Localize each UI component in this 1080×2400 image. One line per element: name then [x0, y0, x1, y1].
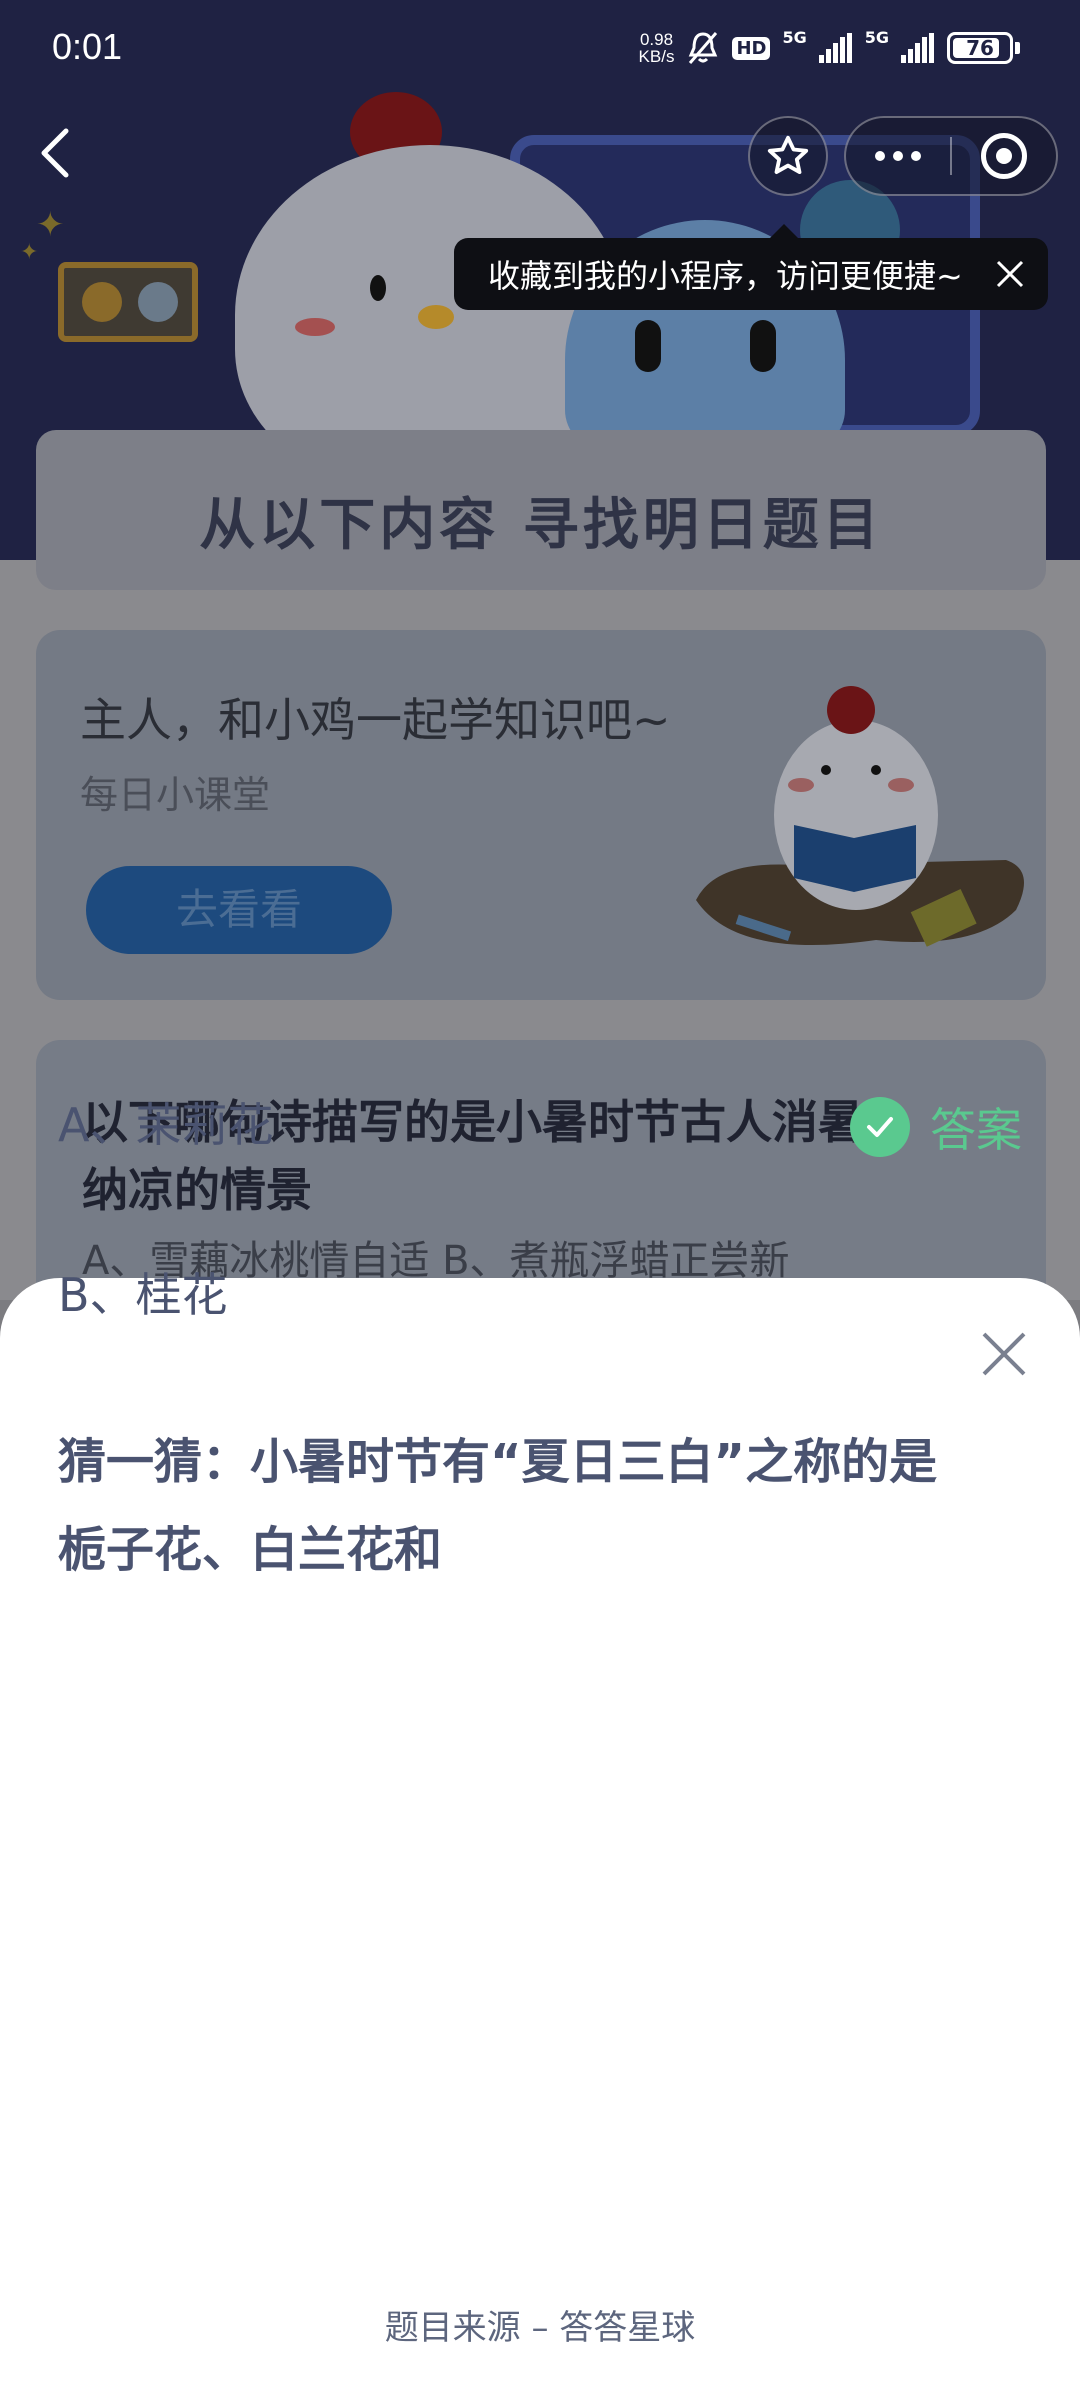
tooltip-arrow: [770, 224, 798, 238]
lesson-card-subtitle: 每日小课堂: [80, 773, 271, 817]
banner-title: 从以下内容 寻找明日题目: [199, 493, 883, 558]
correct-answer-tag: 答案: [850, 1094, 1022, 1160]
favorite-button[interactable]: [748, 116, 828, 196]
tooltip-close-button[interactable]: [990, 254, 1030, 294]
question-source: 题目来源 – 答答星球: [384, 2308, 696, 2348]
checkmark-icon: [867, 1117, 893, 1137]
cell-signal-icon: [901, 33, 934, 63]
close-icon: [996, 260, 1024, 288]
more-menu-button[interactable]: [846, 118, 950, 194]
network-speed: 0.98 KB/s: [639, 31, 675, 65]
more-dot: [875, 151, 885, 161]
status-indicators: 0.98 KB/s HD 5G 5G 76: [639, 28, 1020, 68]
check-circle-icon: [850, 1097, 910, 1157]
mute-bell-icon: [689, 32, 718, 64]
quiz-question: 猜一猜：小暑时节有“夏日三白”之称的是 栀子花、白兰花和: [58, 1418, 1018, 1594]
chevron-left-icon: [41, 128, 69, 178]
chicken-eye: [370, 275, 386, 301]
network-type-label: 5G: [782, 28, 807, 47]
quiz-bottom-sheet: 猜一猜：小暑时节有“夏日三白”之称的是 栀子花、白兰花和: [0, 1278, 1080, 2400]
chicken-reading-illustration: [696, 686, 1024, 947]
lesson-card-title: 主人，和小鸡一起学知识吧~: [80, 693, 671, 747]
network-speed-value: 0.98: [639, 30, 674, 49]
tooltip-text: 收藏到我的小程序，访问更便捷~: [488, 257, 963, 295]
target-icon: [981, 133, 1027, 179]
ghost-eye: [750, 320, 776, 372]
quiz-question-line: 栀子花、白兰花和: [58, 1522, 443, 1578]
star-icon: [767, 135, 809, 175]
battery-tip: [1015, 42, 1020, 54]
option-label: A、茉莉花: [58, 1098, 274, 1152]
more-dot: [893, 151, 903, 161]
status-bar: 0:01 0.98 KB/s HD 5G 5G 76: [0, 0, 1080, 100]
favorite-tooltip: 收藏到我的小程序，访问更便捷~: [454, 238, 1048, 310]
sparkle-icon: ✦: [20, 240, 39, 265]
quiz-option-b[interactable]: B、桂花: [0, 1260, 1080, 1370]
network-speed-unit: KB/s: [638, 47, 675, 66]
quiz-question-line: 猜一猜：小暑时节有“夏日三白”之称的是: [58, 1434, 938, 1490]
quiz-option-a[interactable]: A、茉莉花 答案: [0, 1090, 1080, 1200]
ghost-eye: [635, 320, 661, 372]
more-dot: [911, 151, 921, 161]
go-see-button[interactable]: 去看看: [86, 866, 392, 954]
answer-label: 答案: [930, 1103, 1022, 1157]
battery-icon: 76: [947, 32, 1013, 64]
exit-mini-program-button[interactable]: [952, 118, 1056, 194]
medal-frame-illustration: [58, 262, 198, 342]
mini-program-capsule: [844, 116, 1058, 196]
sparkle-icon: ✦: [36, 205, 65, 245]
daily-lesson-card[interactable]: 主人，和小鸡一起学知识吧~ 每日小课堂 去看看: [36, 630, 1046, 1000]
section-banner: 从以下内容 寻找明日题目: [36, 430, 1046, 590]
silver-medal-icon: [138, 282, 178, 322]
battery-level: 76: [966, 36, 994, 60]
network-type-label: 5G: [864, 28, 889, 47]
back-button[interactable]: [24, 118, 84, 188]
cell-signal-icon: [818, 33, 852, 63]
chicken-cheek: [295, 318, 335, 336]
hd-voice-badge: HD: [732, 36, 771, 60]
status-time: 0:01: [52, 26, 123, 67]
gold-medal-icon: [82, 282, 122, 322]
chicken-beak: [418, 305, 454, 329]
option-label: B、桂花: [58, 1268, 228, 1322]
